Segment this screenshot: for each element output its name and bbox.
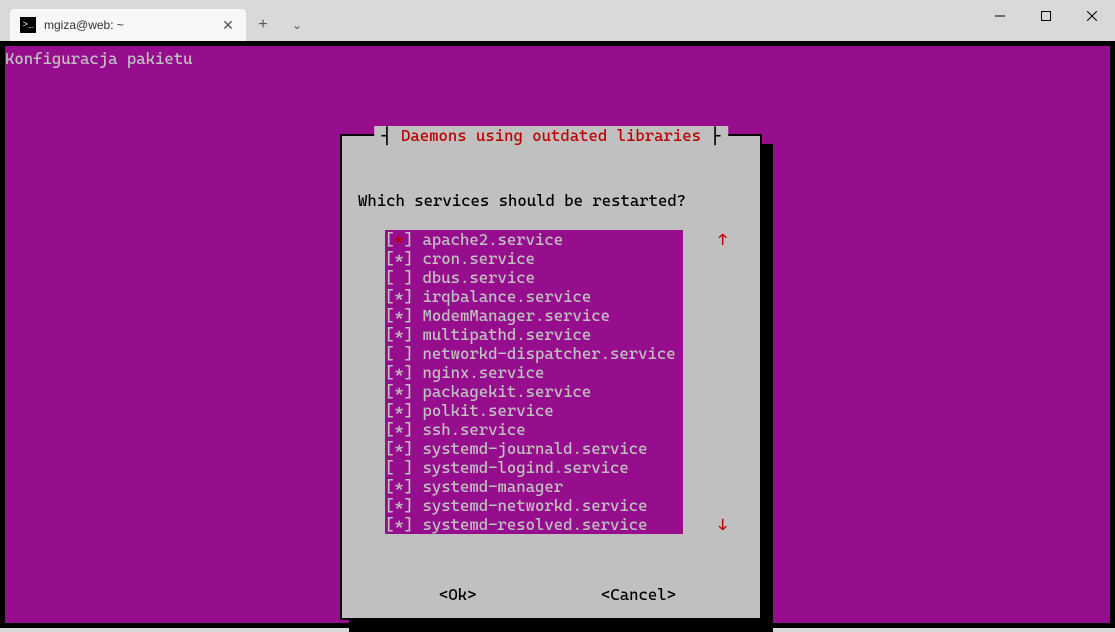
service-label: nginx.service: [423, 363, 545, 382]
debconf-dialog: ┤ Daemons using outdated libraries ├ Whi…: [340, 134, 762, 620]
service-label: cron.service: [423, 249, 536, 268]
tab-strip: >_ mgiza@web: ~ ✕ + ⌄: [0, 0, 314, 41]
scroll-up-indicator[interactable]: ↑: [718, 230, 727, 249]
scroll-down-indicator[interactable]: ↓: [718, 515, 727, 534]
checkbox-mark[interactable]: *: [394, 249, 403, 268]
dialog-question: Which services should be restarted?: [358, 191, 686, 210]
scroll-thumb: ▮: [718, 249, 727, 268]
dialog-title-text: Daemons using outdated libraries: [401, 126, 701, 145]
minimize-button[interactable]: [977, 0, 1023, 32]
service-label: multipathd.service: [423, 325, 592, 344]
tab-active[interactable]: >_ mgiza@web: ~ ✕: [10, 9, 246, 41]
service-item[interactable]: [ ] networkd-dispatcher.service: [385, 344, 683, 363]
ok-button[interactable]: <Ok>: [439, 585, 477, 604]
service-label: systemd-resolved.service: [423, 515, 648, 534]
service-list[interactable]: [*] apache2.service[*] cron.service[ ] d…: [385, 230, 683, 534]
close-tab-button[interactable]: ✕: [220, 17, 236, 33]
checkbox-mark[interactable]: *: [394, 287, 403, 306]
service-label: systemd-manager: [423, 477, 564, 496]
service-item[interactable]: [ ] dbus.service: [385, 268, 683, 287]
service-item[interactable]: [*] systemd-resolved.service: [385, 515, 683, 534]
service-item[interactable]: [*] apache2.service: [385, 230, 683, 249]
checkbox-mark[interactable]: *: [394, 439, 403, 458]
service-item[interactable]: [*] cron.service: [385, 249, 683, 268]
checkbox-mark[interactable]: *: [394, 230, 403, 249]
service-item[interactable]: [*] ModemManager.service: [385, 306, 683, 325]
checkbox-mark[interactable]: *: [394, 477, 403, 496]
service-label: ModemManager.service: [423, 306, 611, 325]
service-item[interactable]: [*] irqbalance.service: [385, 287, 683, 306]
terminal-viewport: Konfiguracja pakietu ┤ Daemons using out…: [0, 41, 1115, 628]
service-item[interactable]: [*] systemd-journald.service: [385, 439, 683, 458]
terminal-icon: >_: [20, 17, 36, 33]
service-label: packagekit.service: [423, 382, 592, 401]
service-label: ssh.service: [423, 420, 526, 439]
maximize-button[interactable]: [1023, 0, 1069, 32]
service-item[interactable]: [*] nginx.service: [385, 363, 683, 382]
checkbox-mark[interactable]: *: [394, 382, 403, 401]
service-label: apache2.service: [423, 230, 564, 249]
checkbox-mark[interactable]: *: [394, 306, 403, 325]
window-controls: [977, 0, 1115, 41]
cancel-button[interactable]: <Cancel>: [601, 585, 676, 604]
service-label: dbus.service: [423, 268, 536, 287]
service-item[interactable]: [*] packagekit.service: [385, 382, 683, 401]
checkbox-mark[interactable]: [394, 344, 403, 363]
tab-dropdown-button[interactable]: ⌄: [280, 9, 314, 41]
checkbox-mark[interactable]: *: [394, 420, 403, 439]
service-item[interactable]: [*] systemd-networkd.service: [385, 496, 683, 515]
service-label: networkd-dispatcher.service: [423, 344, 676, 363]
service-item[interactable]: [*] polkit.service: [385, 401, 683, 420]
service-item[interactable]: [*] ssh.service: [385, 420, 683, 439]
terminal-header-text: Konfiguracja pakietu: [5, 49, 193, 68]
tab-label: mgiza@web: ~: [44, 18, 220, 32]
window-titlebar: >_ mgiza@web: ~ ✕ + ⌄: [0, 0, 1115, 41]
service-label: polkit.service: [423, 401, 554, 420]
close-window-button[interactable]: [1069, 0, 1115, 32]
checkbox-mark[interactable]: *: [394, 401, 403, 420]
service-item[interactable]: [*] multipathd.service: [385, 325, 683, 344]
service-label: systemd-networkd.service: [423, 496, 648, 515]
checkbox-mark[interactable]: [394, 458, 403, 477]
service-label: systemd-journald.service: [423, 439, 648, 458]
service-item[interactable]: [ ] systemd-logind.service: [385, 458, 683, 477]
service-label: irqbalance.service: [423, 287, 592, 306]
checkbox-mark[interactable]: *: [394, 496, 403, 515]
service-label: systemd-logind.service: [423, 458, 629, 477]
new-tab-button[interactable]: +: [246, 9, 280, 41]
checkbox-mark[interactable]: *: [394, 325, 403, 344]
terminal[interactable]: Konfiguracja pakietu ┤ Daemons using out…: [5, 46, 1110, 623]
checkbox-mark[interactable]: [394, 268, 403, 287]
checkbox-mark[interactable]: *: [394, 515, 403, 534]
checkbox-mark[interactable]: *: [394, 363, 403, 382]
service-item[interactable]: [*] systemd-manager: [385, 477, 683, 496]
dialog-title: ┤ Daemons using outdated libraries ├: [374, 126, 728, 145]
